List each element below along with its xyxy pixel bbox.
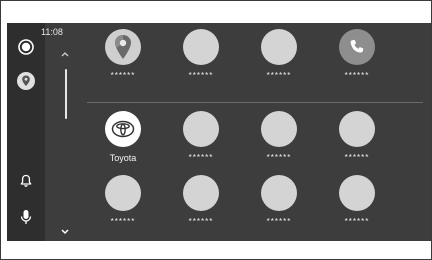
app-grid: ****** ****** ****** ****** Toyota *****… <box>85 23 431 241</box>
row-divider <box>87 102 423 103</box>
phone-icon <box>339 29 375 65</box>
blank-app-icon <box>183 175 219 211</box>
app-label: ****** <box>188 71 214 80</box>
blank-app-icon <box>105 175 141 211</box>
maps-pin-icon <box>105 29 141 65</box>
app-label: Toyota <box>109 153 137 163</box>
microphone-icon[interactable] <box>14 205 38 229</box>
app-label: ****** <box>344 217 370 226</box>
page-frame: 11:08 ****** ****** ****** ****** Toyota… <box>0 0 432 260</box>
bell-icon[interactable] <box>14 169 38 193</box>
app-tile[interactable]: ****** <box>163 107 243 177</box>
app-label: ****** <box>344 153 370 162</box>
app-tile[interactable]: ****** <box>85 25 165 95</box>
app-tile[interactable]: ****** <box>241 107 321 177</box>
scrollbar[interactable] <box>65 69 67 119</box>
app-label: ****** <box>188 153 214 162</box>
blank-app-icon <box>183 29 219 65</box>
app-tile[interactable]: ****** <box>241 25 321 95</box>
infotainment-screen: 11:08 ****** ****** ****** ****** Toyota… <box>7 23 431 241</box>
app-tile[interactable]: ****** <box>85 171 165 241</box>
chevron-up-icon[interactable] <box>59 47 71 59</box>
toyota-logo-icon <box>105 111 141 147</box>
status-time: 11:08 <box>41 27 63 37</box>
scroll-column <box>47 37 83 241</box>
app-tile[interactable]: ****** <box>319 107 399 177</box>
blank-app-icon <box>339 175 375 211</box>
app-tile[interactable]: ****** <box>319 25 399 95</box>
app-label: ****** <box>344 71 370 80</box>
app-tile[interactable]: ****** <box>319 171 399 241</box>
blank-app-icon <box>183 111 219 147</box>
left-rail <box>7 23 45 241</box>
app-label: ****** <box>188 217 214 226</box>
chevron-down-icon[interactable] <box>59 225 71 237</box>
map-pin-icon[interactable] <box>14 69 38 93</box>
blank-app-icon <box>261 111 297 147</box>
app-label: ****** <box>266 71 292 80</box>
blank-app-icon <box>261 175 297 211</box>
blank-app-icon <box>261 29 297 65</box>
app-tile[interactable]: ****** <box>163 171 243 241</box>
app-label: ****** <box>266 217 292 226</box>
app-tile[interactable]: ****** <box>241 171 321 241</box>
app-label: ****** <box>110 71 136 80</box>
app-label: ****** <box>266 153 292 162</box>
app-tile[interactable]: Toyota <box>85 107 165 177</box>
home-circle-icon[interactable] <box>14 35 38 59</box>
app-tile[interactable]: ****** <box>163 25 243 95</box>
blank-app-icon <box>339 111 375 147</box>
app-label: ****** <box>110 217 136 226</box>
